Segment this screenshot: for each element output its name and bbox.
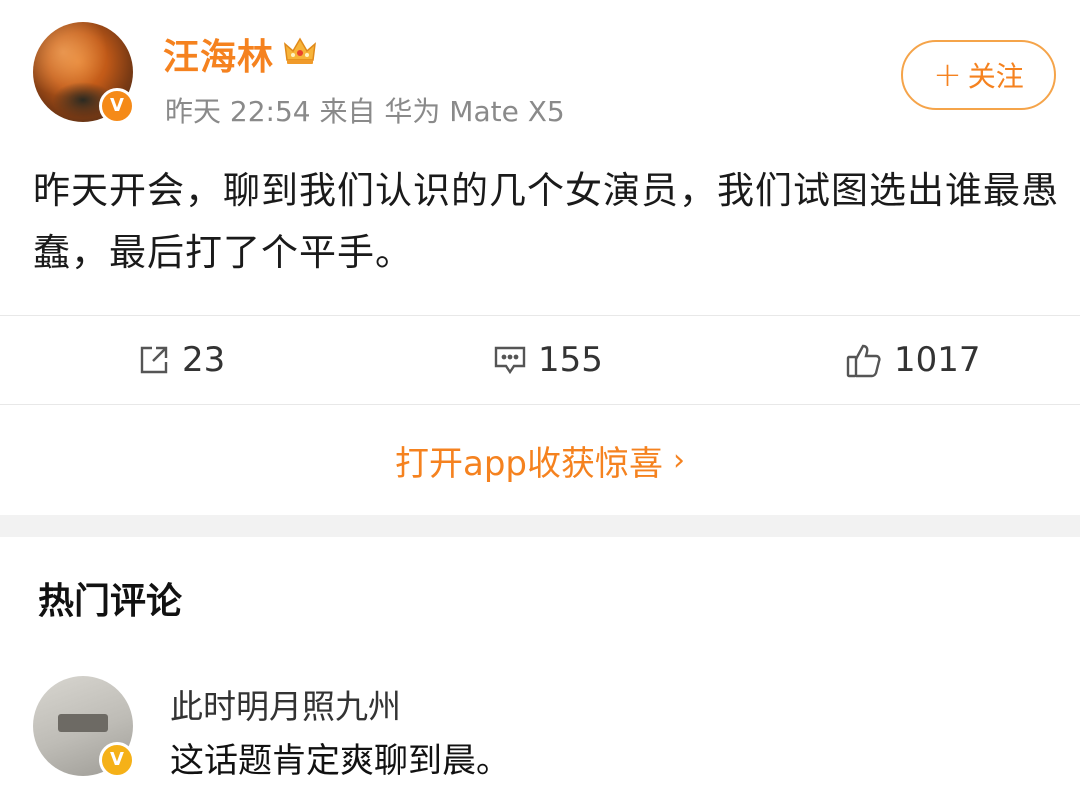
comment-text: 这话题肯定爽聊到晨。 bbox=[170, 741, 510, 781]
like-count: 1017 bbox=[894, 340, 981, 380]
repost-count: 23 bbox=[182, 340, 226, 380]
author-name[interactable]: 汪海林 bbox=[163, 28, 274, 80]
comment-avatar[interactable]: V bbox=[33, 676, 135, 778]
comment-count: 155 bbox=[538, 340, 603, 380]
weibo-post-page: V 汪海林 昨天 22:54 来自 华为 Mate X5 + 关注 昨天开会，聊… bbox=[0, 0, 1080, 809]
post-header: V 汪海林 昨天 22:54 来自 华为 Mate X5 + 关注 bbox=[0, 0, 1080, 150]
plus-icon: + bbox=[933, 55, 962, 95]
repost-button[interactable]: 23 bbox=[136, 316, 225, 404]
verified-badge-icon: V bbox=[99, 742, 135, 778]
author-avatar[interactable]: V bbox=[33, 22, 135, 124]
follow-label: 关注 bbox=[967, 60, 1024, 93]
thumbs-up-icon bbox=[846, 344, 881, 378]
comment-button[interactable]: 155 bbox=[492, 316, 603, 404]
hot-comments-title: 热门评论 bbox=[38, 581, 183, 622]
section-separator bbox=[0, 515, 1080, 537]
open-app-link[interactable]: 打开app收获惊喜 › bbox=[0, 405, 1080, 515]
avatar-image bbox=[58, 714, 108, 732]
comment-username[interactable]: 此时明月照九州 bbox=[170, 680, 401, 728]
follow-button[interactable]: + 关注 bbox=[901, 40, 1056, 110]
chevron-right-icon: › bbox=[673, 442, 685, 478]
action-bar: 23 155 1017 bbox=[0, 316, 1080, 404]
post-text: 昨天开会，聊到我们认识的几个女演员，我们试图选出谁最愚蠢，最后打了个平手。 bbox=[33, 169, 1059, 274]
open-app-label: 打开app收获惊喜 bbox=[395, 443, 663, 484]
post-meta: 昨天 22:54 来自 华为 Mate X5 bbox=[165, 95, 565, 128]
repost-icon bbox=[140, 346, 168, 374]
crown-icon bbox=[284, 37, 316, 64]
like-button[interactable]: 1017 bbox=[844, 316, 981, 404]
verified-badge-icon: V bbox=[99, 88, 135, 124]
comment-icon bbox=[494, 346, 526, 375]
